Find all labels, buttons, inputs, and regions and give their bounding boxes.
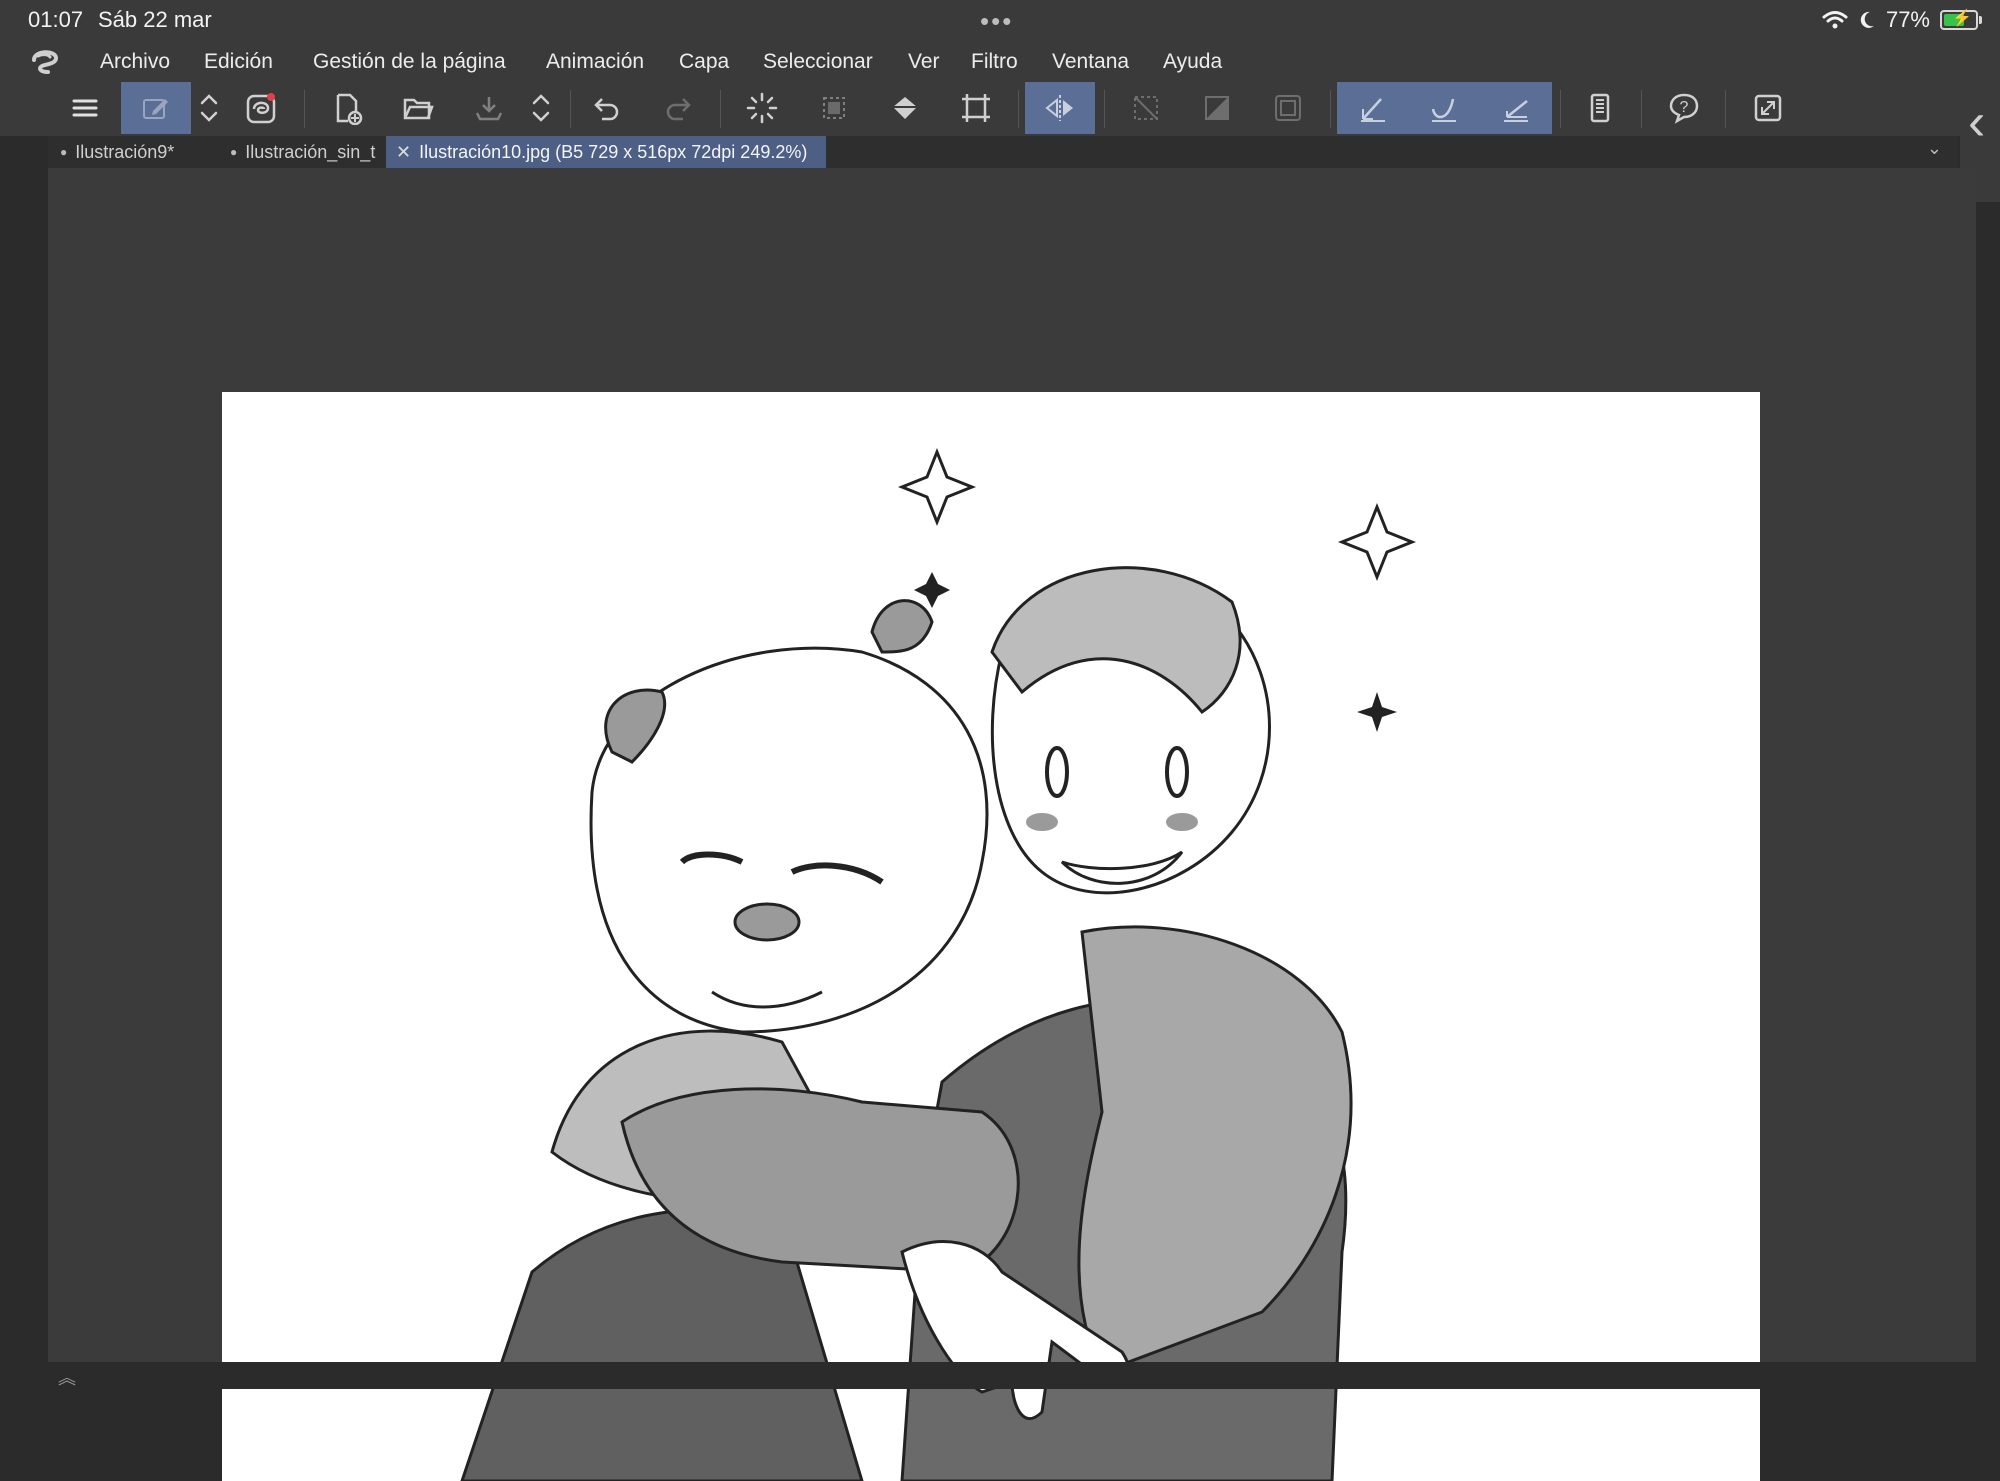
redo-icon[interactable] xyxy=(649,82,707,134)
left-panel-strip xyxy=(0,82,48,1389)
svg-text:?: ? xyxy=(1680,99,1689,116)
clip-studio-logo-icon[interactable] xyxy=(28,46,62,76)
tab-ilustracion-sin-titulo[interactable]: ● Ilustración_sin_t xyxy=(218,136,384,168)
fullscreen-icon[interactable] xyxy=(1739,82,1797,134)
menu-bar: Archivo Edición Gestión de la página Ani… xyxy=(0,40,2000,82)
menu-filtro[interactable]: Filtro xyxy=(971,50,1018,74)
device-icon[interactable] xyxy=(1571,82,1629,134)
save-icon[interactable] xyxy=(460,82,518,134)
battery-charging-icon: ⚡ xyxy=(1940,10,1982,30)
tab-label: Ilustración_sin_t xyxy=(245,141,376,162)
companion-icon[interactable] xyxy=(232,82,290,134)
frame-icon[interactable] xyxy=(1259,82,1317,134)
expand-bottom-panel-icon[interactable]: ︽ xyxy=(58,1364,76,1390)
multitasking-dots[interactable]: ••• xyxy=(980,6,1013,37)
unsaved-dot-icon: ● xyxy=(230,145,238,159)
selection-icon[interactable] xyxy=(805,82,863,134)
hamburger-menu-icon[interactable] xyxy=(56,82,114,134)
wifi-icon xyxy=(1822,11,1848,29)
moon-icon xyxy=(1860,11,1874,28)
brush-curve-icon[interactable] xyxy=(1408,82,1480,134)
ruler-icon[interactable] xyxy=(1480,82,1552,134)
menu-seleccionar[interactable]: Seleccionar xyxy=(763,50,873,74)
open-folder-icon[interactable] xyxy=(389,82,447,134)
menu-gestion-pagina[interactable]: Gestión de la página xyxy=(313,50,506,74)
save-options-arrows-icon[interactable] xyxy=(525,82,557,134)
bottom-bar: ︽ xyxy=(0,1362,2000,1389)
close-tab-icon[interactable]: ✕ xyxy=(396,142,411,163)
status-indicators: 77% ⚡ xyxy=(1822,6,1982,34)
new-file-icon[interactable] xyxy=(318,82,376,134)
status-date: Sáb 22 mar xyxy=(98,7,212,32)
transform-icon[interactable] xyxy=(947,82,1005,134)
illustration-artwork xyxy=(222,392,1760,1481)
loading-spinner-icon[interactable] xyxy=(733,82,791,134)
undo-icon[interactable] xyxy=(578,82,636,134)
menu-ayuda[interactable]: Ayuda xyxy=(1163,50,1222,74)
document-tab-bar: ● Ilustración9* ● Ilustración_sin_t ✕ Il… xyxy=(48,136,1958,168)
fill-bucket-icon[interactable] xyxy=(876,82,934,134)
pen-tool-icon[interactable] xyxy=(121,82,191,134)
battery-percent: 77% xyxy=(1885,7,1930,32)
tab-ilustracion10[interactable]: ✕ Ilustración10.jpg (B5 729 x 516px 72dp… xyxy=(386,136,826,168)
tab-label: Ilustración9* xyxy=(75,141,175,162)
tab-label: Ilustración10.jpg (B5 729 x 516px 72dpi … xyxy=(419,141,808,162)
command-bar: ? xyxy=(0,82,2000,137)
menu-capa[interactable]: Capa xyxy=(679,50,729,74)
up-down-arrows-icon[interactable] xyxy=(193,82,225,134)
canvas-workspace[interactable] xyxy=(48,168,1976,1481)
status-time: 01:07 xyxy=(28,7,84,32)
deselect-icon[interactable] xyxy=(1117,82,1175,134)
unsaved-dot-icon: ● xyxy=(60,145,68,159)
menu-ventana[interactable]: Ventana xyxy=(1052,50,1129,74)
help-icon[interactable]: ? xyxy=(1655,82,1713,134)
menu-animacion[interactable]: Animación xyxy=(546,50,644,74)
menu-ver[interactable]: Ver xyxy=(908,50,940,74)
flip-horizontal-icon[interactable] xyxy=(1025,82,1095,134)
tab-ilustracion9[interactable]: ● Ilustración9* xyxy=(48,136,214,168)
pen-pressure-icon[interactable] xyxy=(1337,82,1408,134)
invert-selection-icon[interactable] xyxy=(1188,82,1246,134)
canvas-page[interactable] xyxy=(222,392,1760,1481)
menu-archivo[interactable]: Archivo xyxy=(100,50,170,74)
chevron-down-icon[interactable]: ⌄ xyxy=(1927,138,1942,159)
menu-edicion[interactable]: Edición xyxy=(204,50,273,74)
ios-status-bar: 01:07 Sáb 22 mar ••• 77% ⚡ xyxy=(0,0,2000,40)
chevron-left-icon: ‹ xyxy=(1968,93,1986,151)
